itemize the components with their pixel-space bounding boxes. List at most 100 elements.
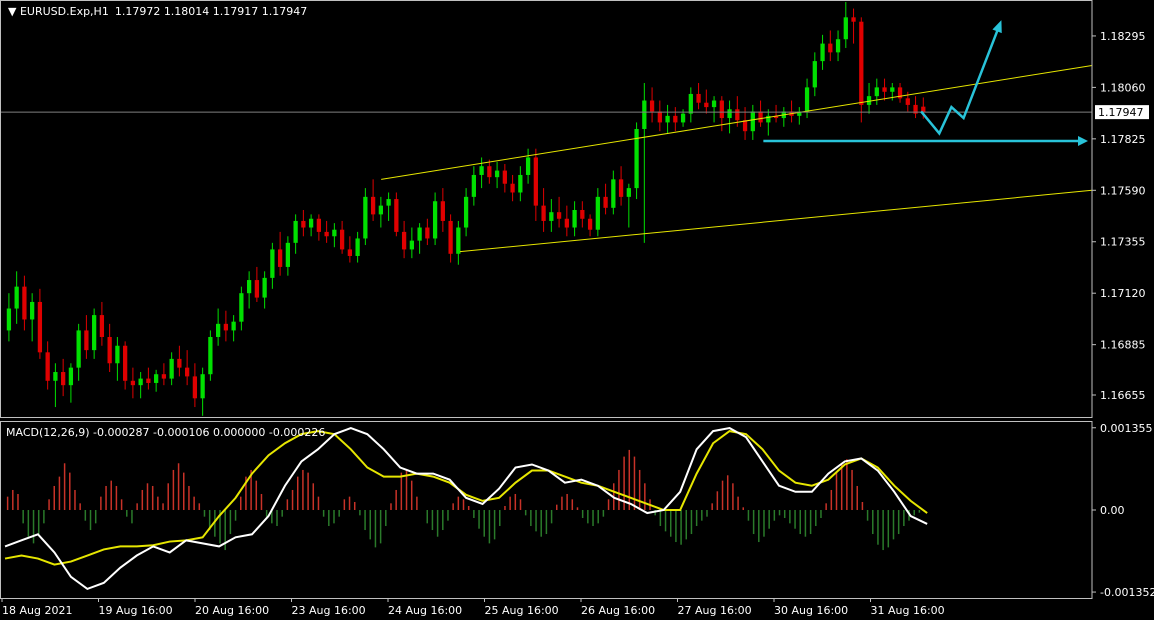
time-tick-label: 31 Aug 16:00 [871,604,945,617]
time-tick-label: 24 Aug 16:00 [388,604,462,617]
candle-body [277,249,283,267]
candle-body [177,358,182,368]
candle-body [6,308,12,331]
candle-body [22,286,27,320]
candle-body [549,212,554,221]
candle-body [556,212,562,219]
candle-body [347,249,352,256]
candle-body [874,87,879,97]
symbol-title: ▼ EURUSD.Exp,H1 1.17972 1.18014 1.17917 1… [8,5,307,18]
candle-body [595,196,600,230]
candle-body [208,336,213,375]
candle-body [890,87,895,92]
price-tick-label: 1.17590 [1100,184,1146,197]
candle-body [14,286,19,309]
time-tick-label: 30 Aug 16:00 [774,604,848,617]
candle-body [843,17,848,40]
time-tick-label: 25 Aug 16:00 [485,604,559,617]
candle-body [394,199,399,232]
candle-body [642,100,647,129]
candle-body [820,43,825,62]
candle-body [76,330,81,368]
candle-body [432,201,438,239]
candle-body [587,218,593,230]
candle-body [386,199,391,206]
candle-body [510,183,515,193]
candle-body [564,218,569,228]
price-tick-label: 1.17355 [1100,236,1146,249]
candle-body [409,240,414,250]
chart-background [0,0,1154,620]
candle-body [45,352,50,381]
candle-body [223,323,229,331]
candle-body [711,100,717,108]
candle-body [425,227,430,239]
candle-body [665,115,670,123]
candle-body [301,220,306,228]
candle[interactable] [634,122,639,200]
price-tick-label: 1.17825 [1100,133,1146,146]
candle[interactable] [208,330,213,381]
candle-body [859,21,864,105]
candle-body [154,374,159,383]
macd-tick-label: 0.00 [1100,504,1125,517]
candle-body [169,358,174,379]
candle-body [99,315,105,337]
candle-body [525,157,531,175]
candle-body [735,109,740,121]
candle-body [92,315,97,351]
price-tick-label: 1.18295 [1100,30,1146,43]
candle-body [533,157,538,206]
price-tick-label: 1.16885 [1100,339,1146,352]
candle-body [680,113,686,123]
candle-body [828,43,833,53]
candle-body [611,179,616,208]
candle-body [324,231,329,237]
candle-body [332,229,337,237]
candle-body [417,227,422,241]
candle-body [727,109,732,119]
candle-body [750,111,755,132]
time-tick-label: 27 Aug 16:00 [678,604,752,617]
candle-body [649,100,655,112]
candle-body [246,280,252,294]
candle-body [370,196,376,215]
candle-body [84,330,89,351]
candle-body [580,210,585,219]
candle-body [812,61,817,88]
candle-body [479,166,484,175]
time-tick-label: 20 Aug 16:00 [195,604,269,617]
candle-body [905,98,910,105]
candle-body [378,205,383,215]
candle-body [518,174,523,193]
candle-body [440,201,445,221]
candle-body [758,111,763,123]
symbol-menu-icon[interactable]: ▼ [8,5,20,18]
candle-body [216,323,221,337]
trading-chart[interactable]: 1.17947 1.18295 1.18060 1.17825 1.17590 1.173… [0,0,1154,620]
time-tick-label: 23 Aug 16:00 [292,604,366,617]
candle-body [673,115,678,123]
candle[interactable] [394,192,399,237]
macd-tick-label: 0.001355 [1100,422,1153,435]
candle-body [626,188,631,197]
candle-body [316,218,321,232]
price-tick-label: 1.17120 [1100,287,1146,300]
candle-body [107,336,112,364]
candle-body [804,87,810,112]
macd-tick-label: -0.001352 [1100,586,1154,599]
price-tick-label: 1.16655 [1100,389,1146,402]
candle-body [835,39,841,53]
candle-body [502,170,507,184]
candle-body [270,249,275,278]
candle-body [200,374,205,399]
candle-body [355,238,360,256]
macd-label: MACD(12,26,9) -0.000287 -0.000106 0.0000… [6,426,325,439]
candle-body [882,87,887,92]
candle-body [603,196,608,208]
candle-body [688,93,693,114]
candle-body [138,378,143,386]
candle-body [130,380,136,386]
candle-body [254,280,260,298]
candle-body [401,231,407,250]
